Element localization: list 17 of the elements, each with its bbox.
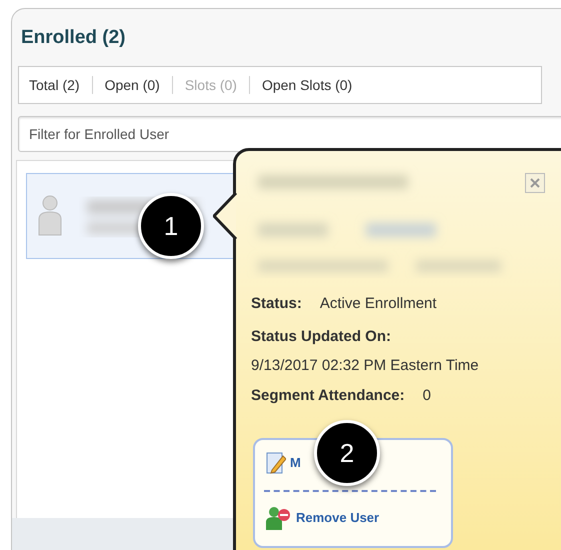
filter-field[interactable]: Filter for Enrolled User	[18, 116, 561, 152]
action-link[interactable]: M	[266, 451, 301, 475]
field-value: 0	[422, 386, 431, 406]
tab[interactable]: Total (2)	[29, 74, 80, 96]
field-value: Active Enrollment	[320, 294, 437, 314]
pencil-document-icon	[266, 451, 286, 475]
panel-title: Enrolled (2)	[21, 26, 126, 50]
tab[interactable]: Open Slots (0)	[262, 74, 352, 96]
person-icon	[36, 195, 64, 237]
remove-user-icon	[266, 506, 292, 530]
field-label: Segment Attendance:	[251, 386, 405, 406]
field-value: 9/13/2017 02:32 PM Eastern Time	[251, 356, 480, 376]
tab[interactable]: Open (0)	[104, 74, 160, 96]
field-label: Status Updated On:	[251, 327, 392, 347]
field-label: Status:	[251, 294, 302, 314]
close-icon	[529, 177, 541, 189]
action-link[interactable]: Remove User	[266, 506, 380, 530]
